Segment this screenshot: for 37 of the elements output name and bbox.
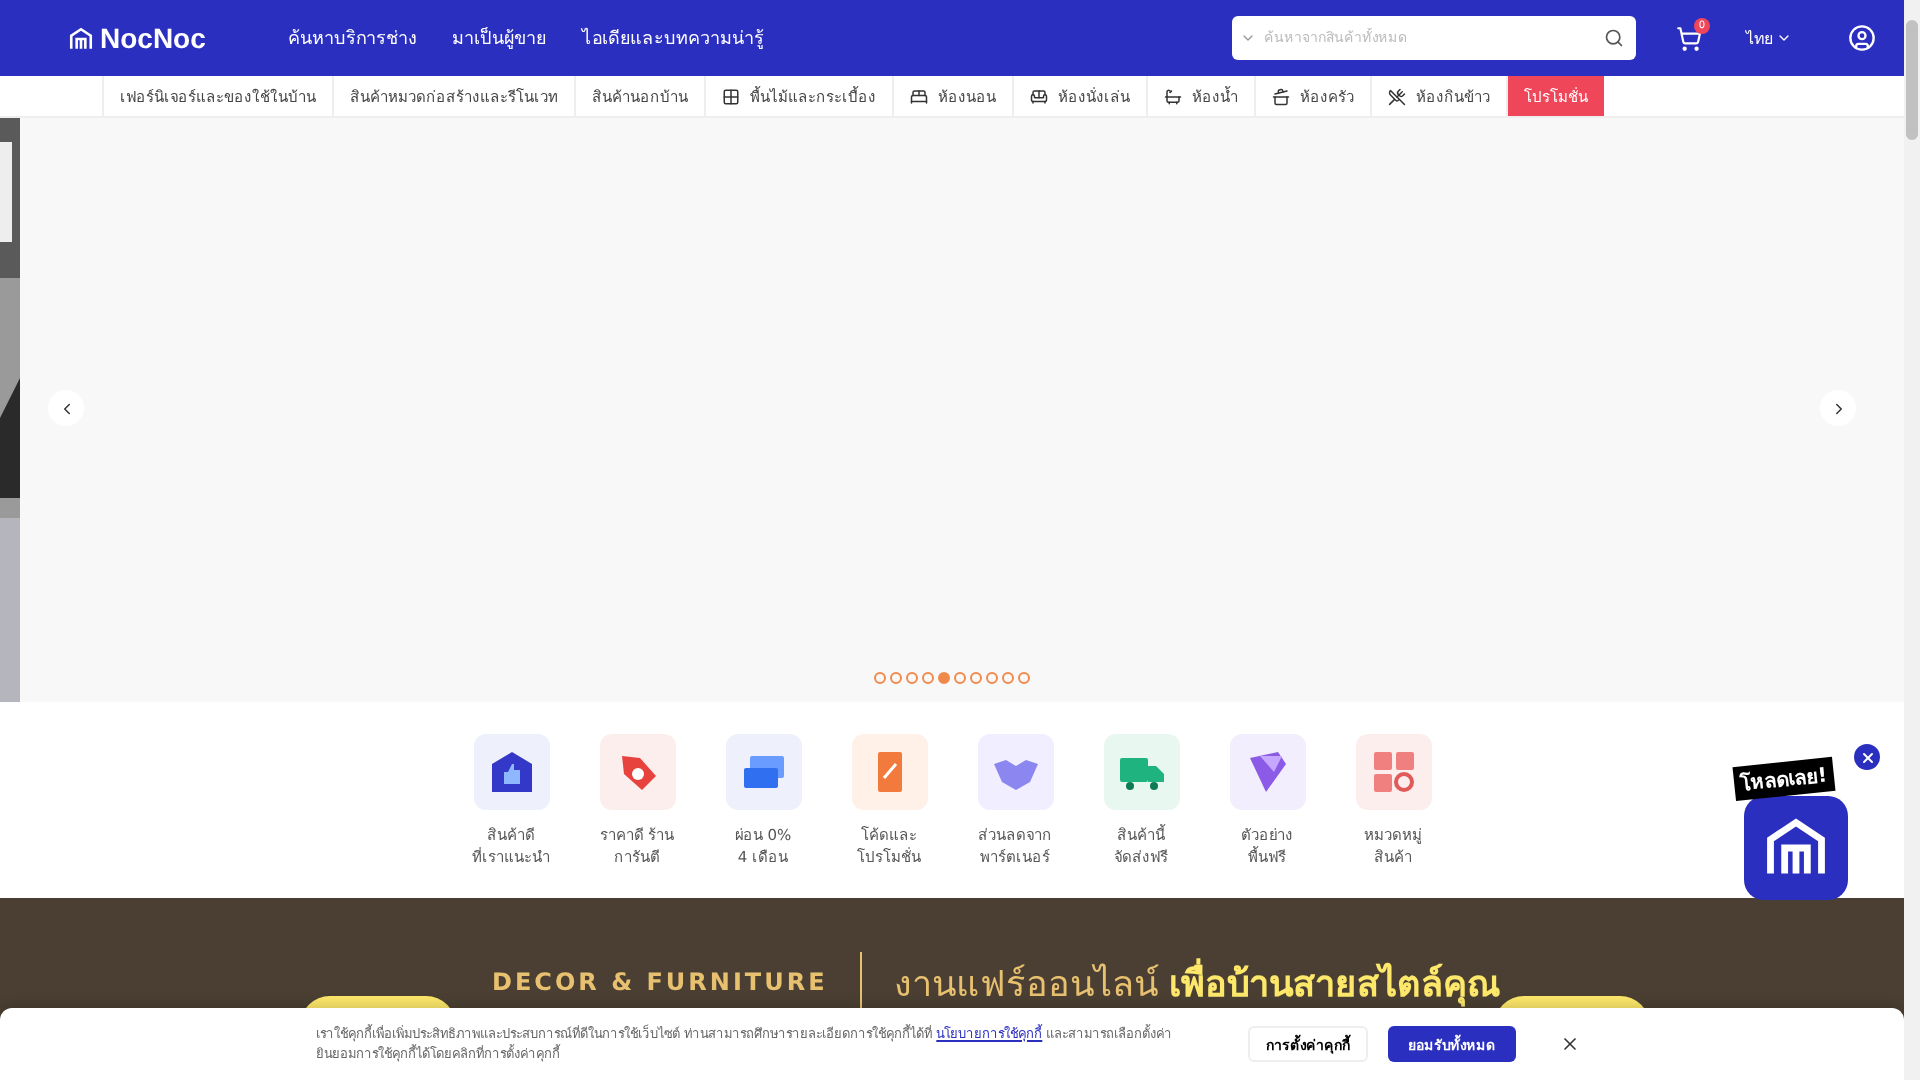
slide-dot[interactable] bbox=[938, 672, 950, 684]
slide-dot[interactable] bbox=[906, 672, 918, 684]
scrollbar[interactable] bbox=[1904, 0, 1920, 1080]
search-icon[interactable] bbox=[1604, 28, 1624, 48]
language-selector[interactable]: ไทย bbox=[1746, 25, 1792, 51]
close-icon[interactable] bbox=[1854, 744, 1880, 770]
next-slide-button[interactable] bbox=[1820, 390, 1856, 426]
slide-dot[interactable] bbox=[922, 672, 934, 684]
nav-link[interactable]: มาเป็นผู้ขาย bbox=[452, 24, 546, 52]
account-icon[interactable] bbox=[1848, 24, 1876, 52]
close-icon[interactable] bbox=[1560, 1034, 1580, 1054]
house-icon bbox=[68, 25, 94, 51]
download-label: โหลดเลย! bbox=[1732, 756, 1835, 802]
thumbs-up-icon bbox=[487, 748, 535, 796]
nav-link[interactable]: ไอเดียและบทความน่ารู้ bbox=[582, 24, 764, 52]
bed-icon bbox=[910, 87, 928, 105]
sofa-icon bbox=[1030, 87, 1048, 105]
app-icon[interactable] bbox=[1744, 796, 1848, 900]
slide-dot[interactable] bbox=[986, 672, 998, 684]
slide-dot[interactable] bbox=[1018, 672, 1030, 684]
slide-dot[interactable] bbox=[954, 672, 966, 684]
caret-icon bbox=[1776, 30, 1792, 46]
tile-icon bbox=[722, 87, 740, 105]
slide-dot[interactable] bbox=[1002, 672, 1014, 684]
slide-dot[interactable] bbox=[970, 672, 982, 684]
utensils-icon bbox=[1388, 87, 1406, 105]
nav-link[interactable]: ค้นหาบริการช่าง bbox=[288, 24, 416, 52]
category-grid-icon bbox=[1369, 748, 1417, 796]
previous-slide-button[interactable] bbox=[48, 390, 84, 426]
bathtub-icon bbox=[1164, 87, 1182, 105]
chevron-down-icon bbox=[1240, 30, 1256, 46]
nocnoc-logo[interactable]: NocNoc bbox=[68, 22, 288, 54]
pot-icon bbox=[1272, 87, 1290, 105]
slide-dot[interactable] bbox=[890, 672, 902, 684]
banner-tag: DECOR & FURNITURE bbox=[492, 968, 828, 996]
slide-dot[interactable] bbox=[874, 672, 886, 684]
logo-text: NocNoc bbox=[100, 22, 206, 54]
